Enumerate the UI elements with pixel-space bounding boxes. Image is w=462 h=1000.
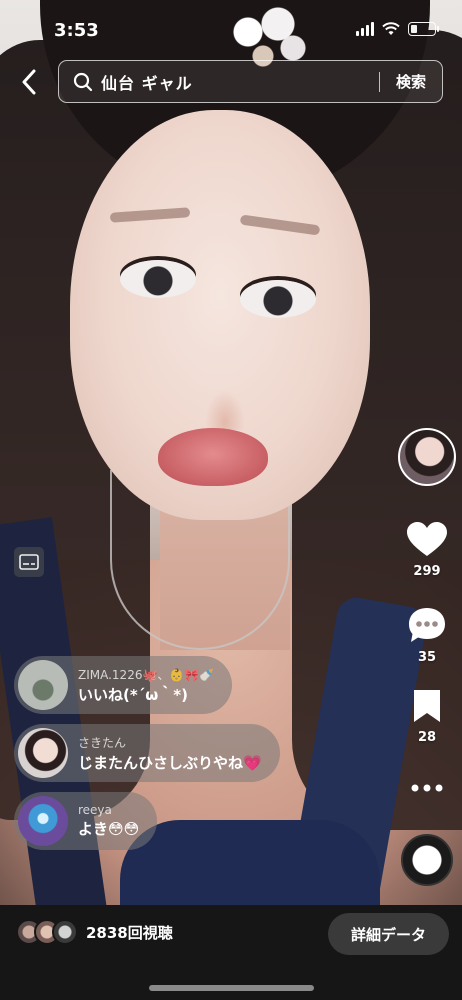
comment-text: よき😳😳 — [78, 820, 140, 838]
music-disc-icon[interactable] — [401, 834, 453, 886]
comment-item[interactable]: ZIMA.1226🐙、👶🎀🍼 いいね(*´ω｀*) — [14, 656, 233, 714]
detail-data-button[interactable]: 詳細データ — [328, 913, 449, 955]
heart-icon — [407, 522, 447, 556]
more-button[interactable] — [400, 778, 454, 802]
comment-item[interactable]: reeya よき😳😳 — [14, 792, 158, 850]
like-count: 299 — [413, 564, 441, 579]
view-count: 2838回視聴 — [86, 924, 173, 942]
comment-text: じまたんひさしぶりやね💗 — [78, 753, 262, 772]
bottom-bar: 2838回視聴 詳細データ — [0, 905, 462, 1000]
viewer-avatar — [52, 919, 78, 945]
more-dots-icon — [411, 784, 443, 792]
comment-bubble-icon — [409, 608, 445, 642]
save-button[interactable]: 28 — [400, 688, 454, 745]
search-icon — [73, 72, 93, 91]
home-indicator[interactable] — [149, 985, 314, 991]
save-count: 28 — [417, 730, 437, 745]
captions-icon[interactable] — [14, 547, 44, 577]
comment-item[interactable]: さきたん じまたんひさしぶりやね💗 — [14, 724, 280, 782]
viewer-avatars[interactable] — [16, 919, 78, 945]
battery-icon — [408, 22, 439, 36]
chevron-left-icon — [22, 69, 36, 95]
comment-username: reeya — [78, 803, 112, 817]
search-query[interactable]: 仙台 ギャル — [101, 70, 379, 94]
status-time: 3:53 — [54, 20, 99, 41]
like-button[interactable]: 299 — [400, 522, 454, 579]
comment-username: さきたん — [78, 735, 127, 750]
comment-count: 35 — [417, 650, 437, 665]
cellular-signal-icon — [356, 22, 374, 36]
commenter-avatar — [18, 660, 68, 710]
commenter-avatar — [18, 728, 68, 778]
comment-text: いいね(*´ω｀*) — [78, 685, 188, 704]
search-bar[interactable]: 仙台 ギャル 検索 — [58, 60, 443, 103]
comment-username: ZIMA.1226🐙、👶🎀🍼 — [78, 667, 215, 682]
comment-button[interactable]: 35 — [400, 606, 454, 665]
search-button[interactable]: 検索 — [380, 71, 442, 92]
wifi-icon — [382, 22, 400, 35]
bookmark-icon — [414, 690, 440, 722]
status-bar: 3:53 — [0, 0, 462, 58]
creator-avatar[interactable] — [398, 428, 456, 486]
back-button[interactable] — [14, 64, 44, 100]
commenter-avatar — [18, 796, 68, 846]
